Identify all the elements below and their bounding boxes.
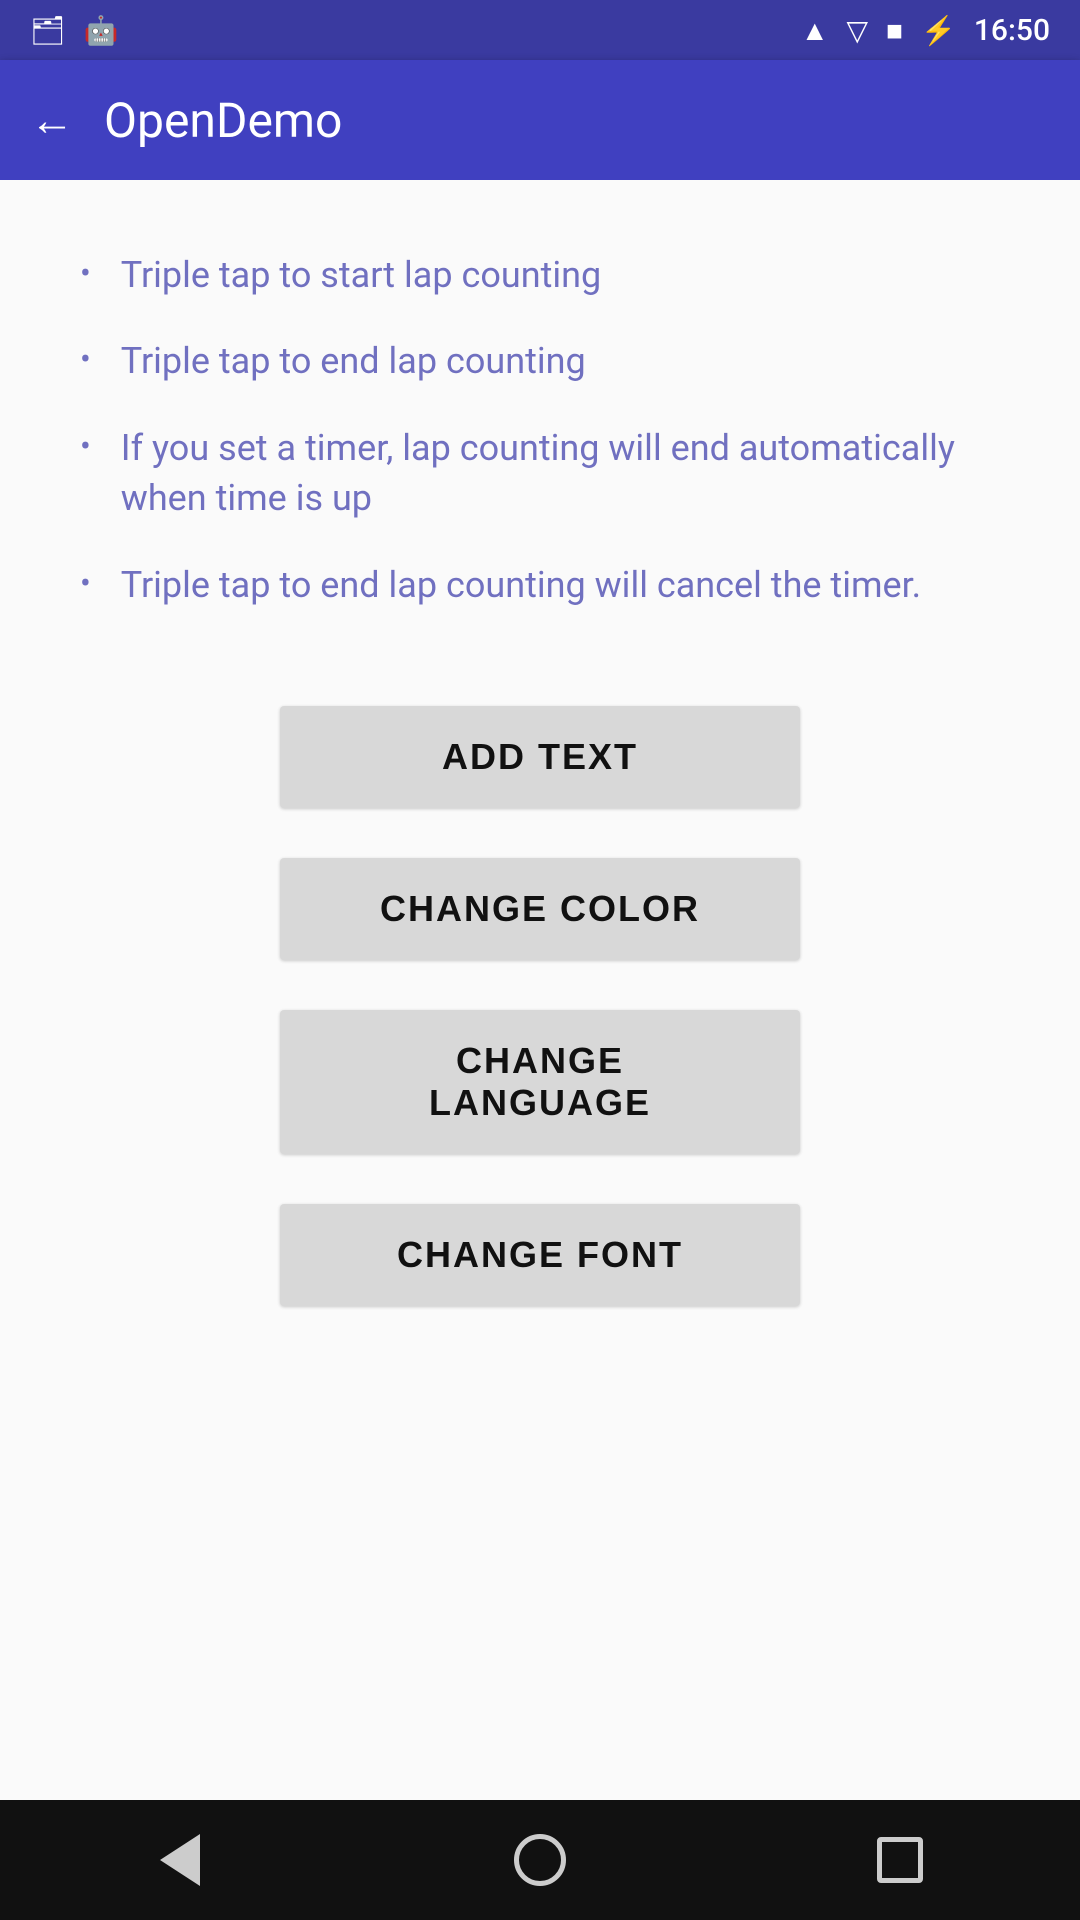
status-time: 16:50 [974,13,1050,48]
bluetooth-icon: ▲ [801,14,829,47]
list-item: • Triple tap to end lap counting [80,336,980,386]
nav-bar [0,1800,1080,1920]
instruction-text-2: Triple tap to end lap counting [121,336,586,386]
bullet-dot-2: • [80,340,91,378]
sim-icon: 🗂 [30,14,66,47]
change-color-button[interactable]: CHANGE COLOR [280,858,800,960]
app-bar: ← OpenDemo [0,60,1080,180]
bullet-dot-4: • [80,564,91,602]
list-item: • If you set a timer, lap counting will … [80,423,980,524]
status-bar-left: 🗂 🤖 [30,14,118,47]
bullet-dot-1: • [80,254,91,292]
instruction-text-4: Triple tap to end lap counting will canc… [121,560,921,610]
bullet-dot-3: • [80,427,91,465]
android-icon: 🤖 [84,14,119,47]
instruction-list: • Triple tap to start lap counting • Tri… [60,230,1020,666]
add-text-button[interactable]: ADD TEXT [280,706,800,808]
change-language-button[interactable]: CHANGE LANGUAGE [280,1010,800,1154]
list-item: • Triple tap to start lap counting [80,250,980,300]
wifi-icon: ▽ [847,14,869,47]
back-button[interactable]: ← [30,98,74,142]
instruction-text-1: Triple tap to start lap counting [121,250,601,300]
change-font-button[interactable]: CHANGE FONT [280,1204,800,1306]
status-bar-right: ▲ ▽ ■ ⚡ 16:50 [801,13,1050,48]
back-nav-button[interactable] [140,1820,220,1900]
back-nav-icon [160,1834,200,1886]
home-nav-button[interactable] [500,1820,580,1900]
instruction-text-3: If you set a timer, lap counting will en… [121,423,980,524]
recents-nav-button[interactable] [860,1820,940,1900]
status-bar: 🗂 🤖 ▲ ▽ ■ ⚡ 16:50 [0,0,1080,60]
app-title: OpenDemo [104,92,342,149]
main-content: • Triple tap to start lap counting • Tri… [0,180,1080,1800]
home-nav-icon [514,1834,566,1886]
signal-icon: ■ [886,14,903,47]
battery-icon: ⚡ [921,14,956,47]
recents-nav-icon [877,1837,923,1883]
list-item: • Triple tap to end lap counting will ca… [80,560,980,610]
